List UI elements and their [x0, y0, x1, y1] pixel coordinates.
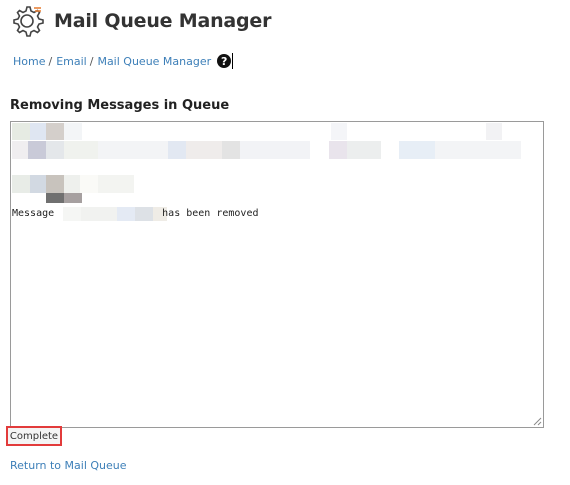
page-title: Mail Queue Manager	[54, 10, 272, 32]
output-textarea[interactable]: Message has been removed	[10, 121, 544, 428]
redacted-block	[46, 193, 64, 203]
redacted-block	[64, 175, 80, 193]
redacted-block	[435, 141, 521, 159]
redacted-block	[64, 141, 98, 159]
redacted-block	[12, 175, 30, 193]
page-header: Mail Queue Manager	[10, 4, 271, 38]
redacted-block	[399, 141, 435, 159]
redacted-block	[30, 175, 46, 193]
text-cursor	[232, 53, 234, 69]
question-circle-icon[interactable]: ?	[217, 54, 232, 68]
removal-message: Message has been removed	[12, 208, 258, 219]
return-to-mail-queue-link[interactable]: Return to Mail Queue	[10, 459, 127, 472]
breadcrumb-separator: /	[89, 54, 94, 68]
redacted-block	[64, 123, 82, 140]
redacted-block	[222, 141, 240, 159]
breadcrumb-mail-queue-manager-link[interactable]: Mail Queue Manager	[97, 55, 211, 68]
resize-handle-icon[interactable]	[533, 417, 542, 426]
redacted-block	[80, 175, 98, 193]
redacted-block	[46, 175, 64, 193]
redacted-block	[98, 141, 168, 159]
redacted-block	[331, 123, 347, 140]
redacted-block	[12, 141, 28, 159]
complete-status-badge: Complete	[6, 426, 62, 446]
message-prefix: Message	[12, 208, 55, 219]
breadcrumb: Home / Email / Mail Queue Manager ?	[13, 53, 234, 69]
redacted-block	[186, 141, 222, 159]
redacted-block	[46, 141, 64, 159]
breadcrumb-email-link[interactable]: Email	[56, 55, 87, 68]
redacted-block	[98, 175, 134, 193]
redacted-block	[329, 141, 347, 159]
redacted-block	[168, 141, 186, 159]
message-suffix: has been removed	[162, 208, 259, 219]
redacted-block	[64, 193, 82, 203]
redacted-block	[30, 123, 46, 140]
redacted-block	[28, 141, 46, 159]
redacted-block	[486, 123, 502, 140]
breadcrumb-separator: /	[48, 54, 53, 68]
redacted-block	[240, 141, 310, 159]
section-title: Removing Messages in Queue	[10, 98, 230, 113]
redacted-block	[46, 123, 64, 140]
gear-icon	[13, 6, 44, 37]
redacted-block	[12, 123, 30, 140]
redacted-block	[347, 141, 381, 159]
breadcrumb-home-link[interactable]: Home	[13, 55, 45, 68]
